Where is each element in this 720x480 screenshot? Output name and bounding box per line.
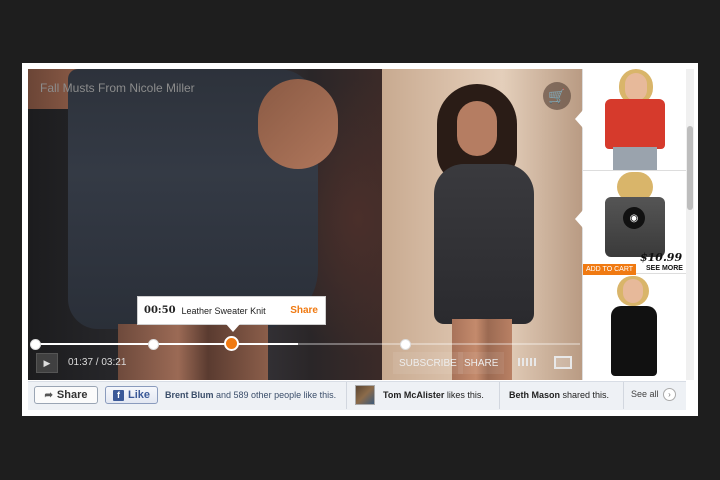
see-more-link[interactable]: SEE MORE — [646, 265, 683, 272]
model-hand — [258, 79, 338, 169]
avatar[interactable] — [355, 385, 375, 405]
product-card[interactable] — [583, 69, 686, 171]
liker-name[interactable]: Brent Blum — [165, 390, 214, 400]
video-frame-left[interactable] — [28, 69, 382, 380]
product-image — [611, 306, 657, 376]
product-image-jeans — [613, 147, 657, 170]
product-pointer — [575, 110, 583, 128]
camera-icon[interactable]: ◉ — [623, 207, 645, 229]
model-legs — [118, 324, 268, 380]
cart-icon[interactable]: 🛒 — [543, 82, 571, 110]
add-to-cart-button[interactable]: ADD TO CART — [583, 264, 636, 275]
fullscreen-icon[interactable] — [554, 356, 572, 369]
social-share-label: Share — [56, 389, 88, 401]
video-frame-right[interactable] — [382, 69, 582, 380]
like-label: Like — [127, 389, 150, 401]
product-pointer — [575, 210, 583, 228]
tooltip-title: Leather Sweater Knit — [181, 305, 266, 316]
activity-action: shared this. — [560, 390, 610, 400]
activity-user[interactable]: Beth Mason — [509, 390, 560, 400]
tooltip-share-link[interactable]: Share — [290, 305, 318, 316]
product-card[interactable] — [583, 276, 686, 380]
activity-user[interactable]: Tom McAlister — [383, 390, 444, 400]
play-button[interactable]: ▶ — [36, 353, 58, 373]
chapter-tooltip[interactable]: 00:50 Leather Sweater Knit Share — [137, 296, 326, 325]
play-icon: ▶ — [43, 357, 51, 368]
activity-item: Tom McAlister likes this. — [383, 390, 484, 400]
timeline-progress — [34, 343, 298, 345]
product-image-face — [625, 73, 647, 101]
divider — [623, 382, 624, 409]
product-image-face — [623, 279, 643, 303]
chevron-right-icon[interactable]: › — [663, 388, 676, 401]
chapter-marker[interactable] — [30, 339, 41, 350]
chapter-marker[interactable] — [148, 339, 159, 350]
social-share-button[interactable]: ➦ Share — [34, 386, 98, 404]
share-icon: ➦ — [44, 389, 53, 401]
tooltip-pointer — [226, 324, 240, 332]
activity-item: Beth Mason shared this. — [509, 390, 609, 400]
share-button[interactable]: SHARE — [458, 352, 505, 374]
product-image — [605, 99, 665, 149]
divider — [499, 382, 500, 409]
divider — [346, 382, 347, 409]
facebook-like-button[interactable]: f Like — [105, 386, 158, 404]
scrollbar-thumb[interactable] — [687, 126, 693, 210]
chapter-marker[interactable] — [400, 339, 411, 350]
activity-action: likes this. — [444, 390, 484, 400]
facebook-icon: f — [112, 389, 124, 401]
timeline-playhead[interactable] — [224, 336, 239, 351]
model-dress — [434, 164, 534, 324]
tooltip-time: 00:50 — [144, 305, 176, 316]
likes-summary: Brent Blum and 589 other people like thi… — [165, 390, 336, 400]
subscribe-button[interactable]: SUBSCRIBE — [393, 352, 463, 374]
product-scrollbar[interactable] — [686, 69, 694, 380]
model-face — [457, 101, 497, 156]
volume-icon[interactable] — [518, 358, 536, 366]
likes-summary-text: and 589 other people like this. — [213, 390, 337, 400]
product-price: $10.99 — [640, 251, 683, 264]
see-all-link[interactable]: See all — [631, 389, 659, 399]
video-title: Fall Musts From Nicole Miller — [40, 81, 195, 95]
time-readout: 01:37 / 03:21 — [68, 357, 127, 368]
